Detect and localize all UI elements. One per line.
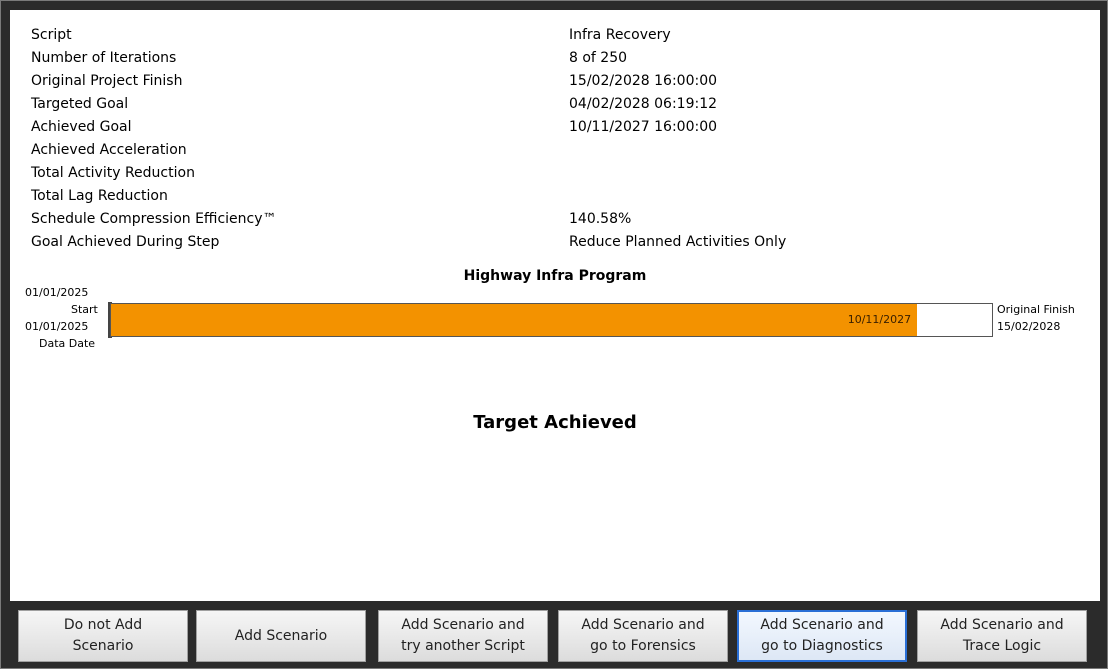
start-date-label: 01/01/2025	[25, 286, 89, 299]
add-scenario-diagnostics-button[interactable]: Add Scenario and go to Diagnostics	[737, 610, 907, 662]
add-scenario-trace-logic-button[interactable]: Add Scenario and Trace Logic	[917, 610, 1087, 662]
info-value: 04/02/2028 06:19:12	[569, 96, 718, 112]
info-label: Achieved Acceleration	[31, 142, 187, 158]
original-finish-date: 15/02/2028	[997, 320, 1061, 333]
info-label: Original Project Finish	[31, 73, 183, 89]
progress-bar-track: 10/11/2027	[110, 303, 993, 337]
info-value: Infra Recovery	[569, 27, 671, 43]
start-label: Start	[71, 303, 98, 316]
info-value: 10/11/2027 16:00:00	[569, 119, 718, 135]
status-message: Target Achieved	[473, 412, 637, 433]
info-label: Targeted Goal	[31, 96, 129, 112]
data-date-label: Data Date	[39, 337, 96, 350]
achieved-date-label: 10/11/2027	[847, 313, 912, 326]
info-label: Script	[31, 27, 72, 43]
info-label: Schedule Compression Efficiency™	[31, 211, 277, 227]
info-value: Reduce Planned Activities Only	[569, 234, 787, 250]
dialog-frame: Script Infra Recovery Number of Iteratio…	[0, 0, 1108, 669]
info-label: Total Lag Reduction	[31, 188, 168, 204]
do-not-add-scenario-button[interactable]: Do not Add Scenario	[18, 610, 188, 662]
add-scenario-try-script-button[interactable]: Add Scenario and try another Script	[378, 610, 548, 662]
info-value: 15/02/2028 16:00:00	[569, 73, 718, 89]
info-label: Goal Achieved During Step	[31, 234, 220, 250]
results-panel: Script Infra Recovery Number of Iteratio…	[10, 10, 1100, 601]
add-scenario-button[interactable]: Add Scenario	[196, 610, 366, 662]
info-value: 140.58%	[569, 211, 632, 227]
chart-title: Highway Infra Program	[463, 268, 647, 284]
add-scenario-forensics-button[interactable]: Add Scenario and go to Forensics	[558, 610, 728, 662]
original-finish-label: Original Finish	[997, 303, 1075, 316]
button-bar: Do not Add Scenario Add Scenario Add Sce…	[10, 601, 1100, 663]
progress-bar-fill: 10/11/2027	[111, 304, 918, 336]
info-label: Total Activity Reduction	[31, 165, 195, 181]
info-label: Number of Iterations	[31, 50, 177, 66]
data-date-value: 01/01/2025	[25, 320, 89, 333]
info-label: Achieved Goal	[31, 119, 132, 135]
info-value: 8 of 250	[569, 50, 628, 66]
